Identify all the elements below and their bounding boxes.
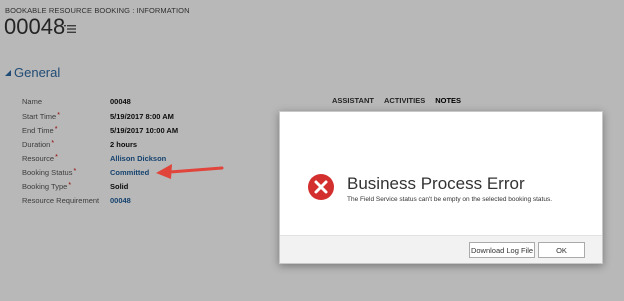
ok-button[interactable]: OK: [538, 242, 585, 258]
dialog-message: The Field Service status can't be empty …: [347, 196, 553, 203]
error-x-circle-icon: [308, 174, 334, 200]
dialog-title: Business Process Error: [347, 174, 525, 193]
error-dialog: Business Process Error The Field Service…: [279, 111, 603, 264]
download-log-button[interactable]: Download Log File: [469, 242, 535, 258]
red-arrow-icon: [156, 164, 224, 179]
